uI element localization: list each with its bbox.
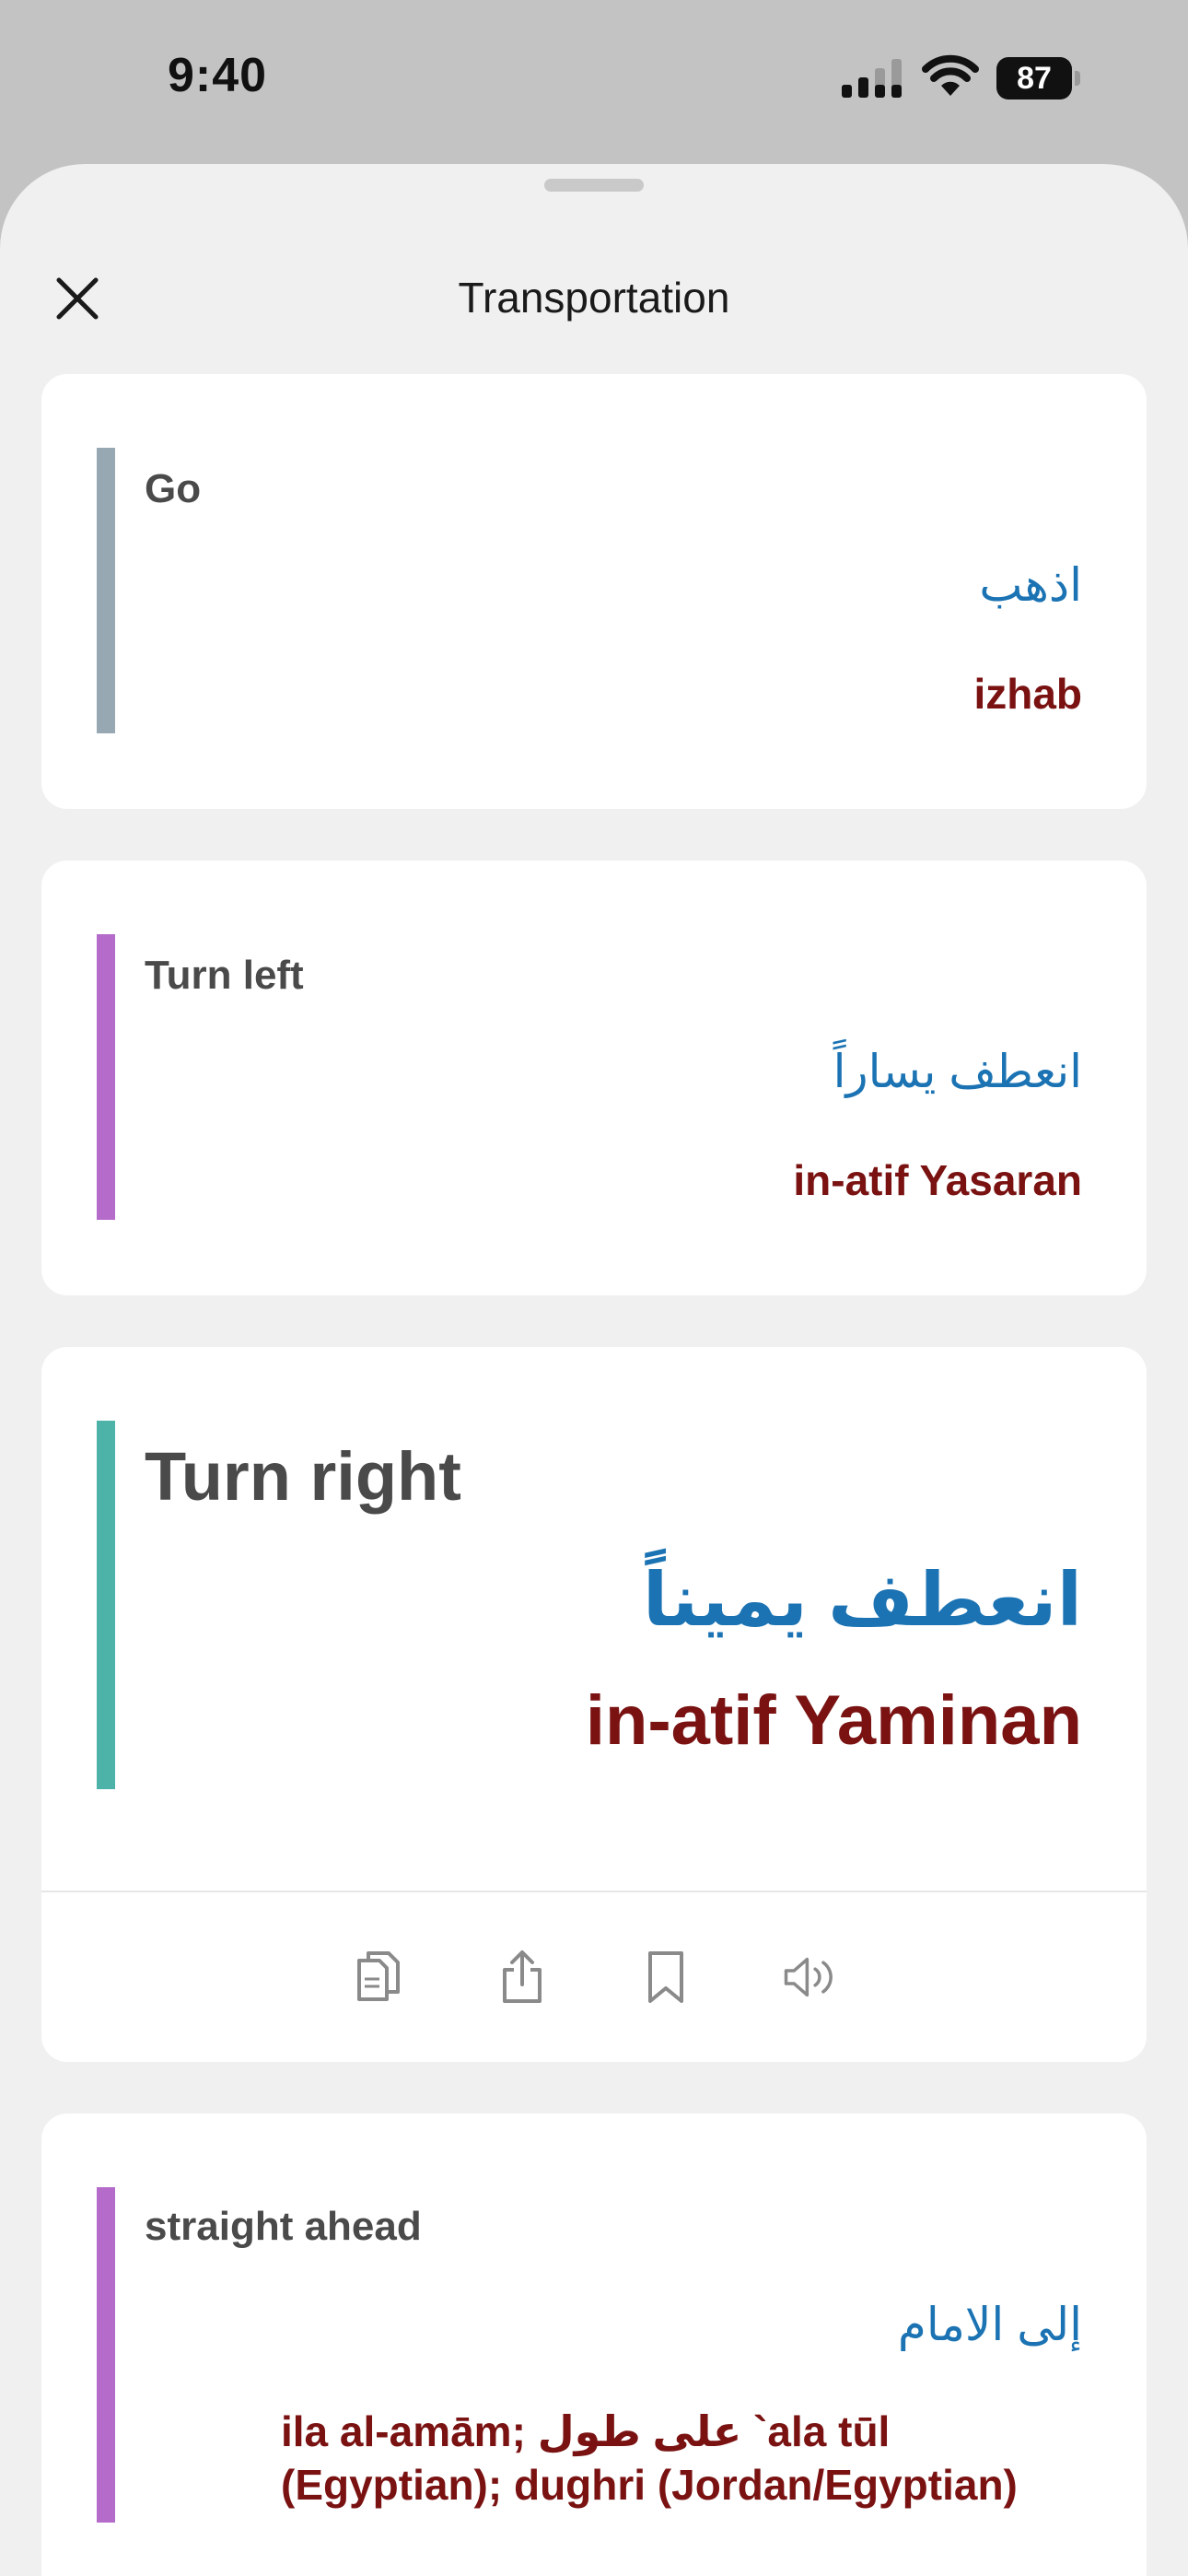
sheet-title: Transportation [458, 274, 730, 322]
phrase-transliteration: in-atif Yasaran [793, 1156, 1082, 1204]
phrase-arabic: اذهب [979, 559, 1082, 611]
phrase-english: Turn left [145, 953, 304, 998]
status-bar: 9:40 87 [0, 0, 1188, 161]
accent-bar [97, 1421, 115, 1789]
accent-bar [97, 934, 115, 1220]
share-button[interactable] [495, 1948, 549, 2007]
phrase-card-straight-ahead[interactable]: straight ahead إلى الامام ila al-amām; ع… [41, 2113, 1147, 2576]
cellular-signal-icon [842, 59, 902, 98]
sheet-grabber[interactable] [544, 179, 644, 192]
phrase-transliteration: in-atif Yaminan [585, 1681, 1082, 1760]
phrase-english: Turn right [145, 1438, 461, 1515]
card-divider [41, 1891, 1147, 1892]
bottom-sheet: Transportation Go اذهب izhab Turn left ا… [0, 164, 1188, 2576]
wifi-icon [922, 54, 979, 96]
bookmark-icon [648, 1951, 683, 2003]
phrase-card-go[interactable]: Go اذهب izhab [41, 374, 1147, 809]
speaker-button[interactable] [783, 1948, 836, 2007]
phrase-arabic: انعطف يساراً [833, 1046, 1082, 1097]
copy-button[interactable] [352, 1948, 405, 2007]
phrase-transliteration: izhab [973, 670, 1082, 718]
phrase-english: straight ahead [145, 2204, 422, 2249]
battery-level: 87 [996, 57, 1072, 100]
share-icon [503, 1950, 542, 2003]
phrase-transliteration: ila al-amām; على طول `ala tūl (Egyptian)… [281, 2407, 1018, 2509]
phrase-arabic: إلى الامام [897, 2299, 1082, 2350]
phrase-card-turn-right[interactable]: Turn right انعطف يميناً in-atif Yaminan [41, 1347, 1147, 2062]
phrase-card-turn-left[interactable]: Turn left انعطف يساراً in-atif Yasaran [41, 861, 1147, 1295]
speaker-icon [784, 1957, 833, 1997]
phrase-english: Go [145, 466, 202, 511]
battery-icon: 87 [996, 57, 1081, 100]
status-time: 9:40 [168, 49, 268, 102]
accent-bar [97, 2187, 115, 2523]
accent-bar [97, 448, 115, 733]
copy-icon [357, 1951, 400, 2001]
bookmark-button[interactable] [639, 1948, 693, 2007]
phrase-actions [41, 1948, 1147, 2007]
phrase-arabic: انعطف يميناً [642, 1559, 1082, 1641]
